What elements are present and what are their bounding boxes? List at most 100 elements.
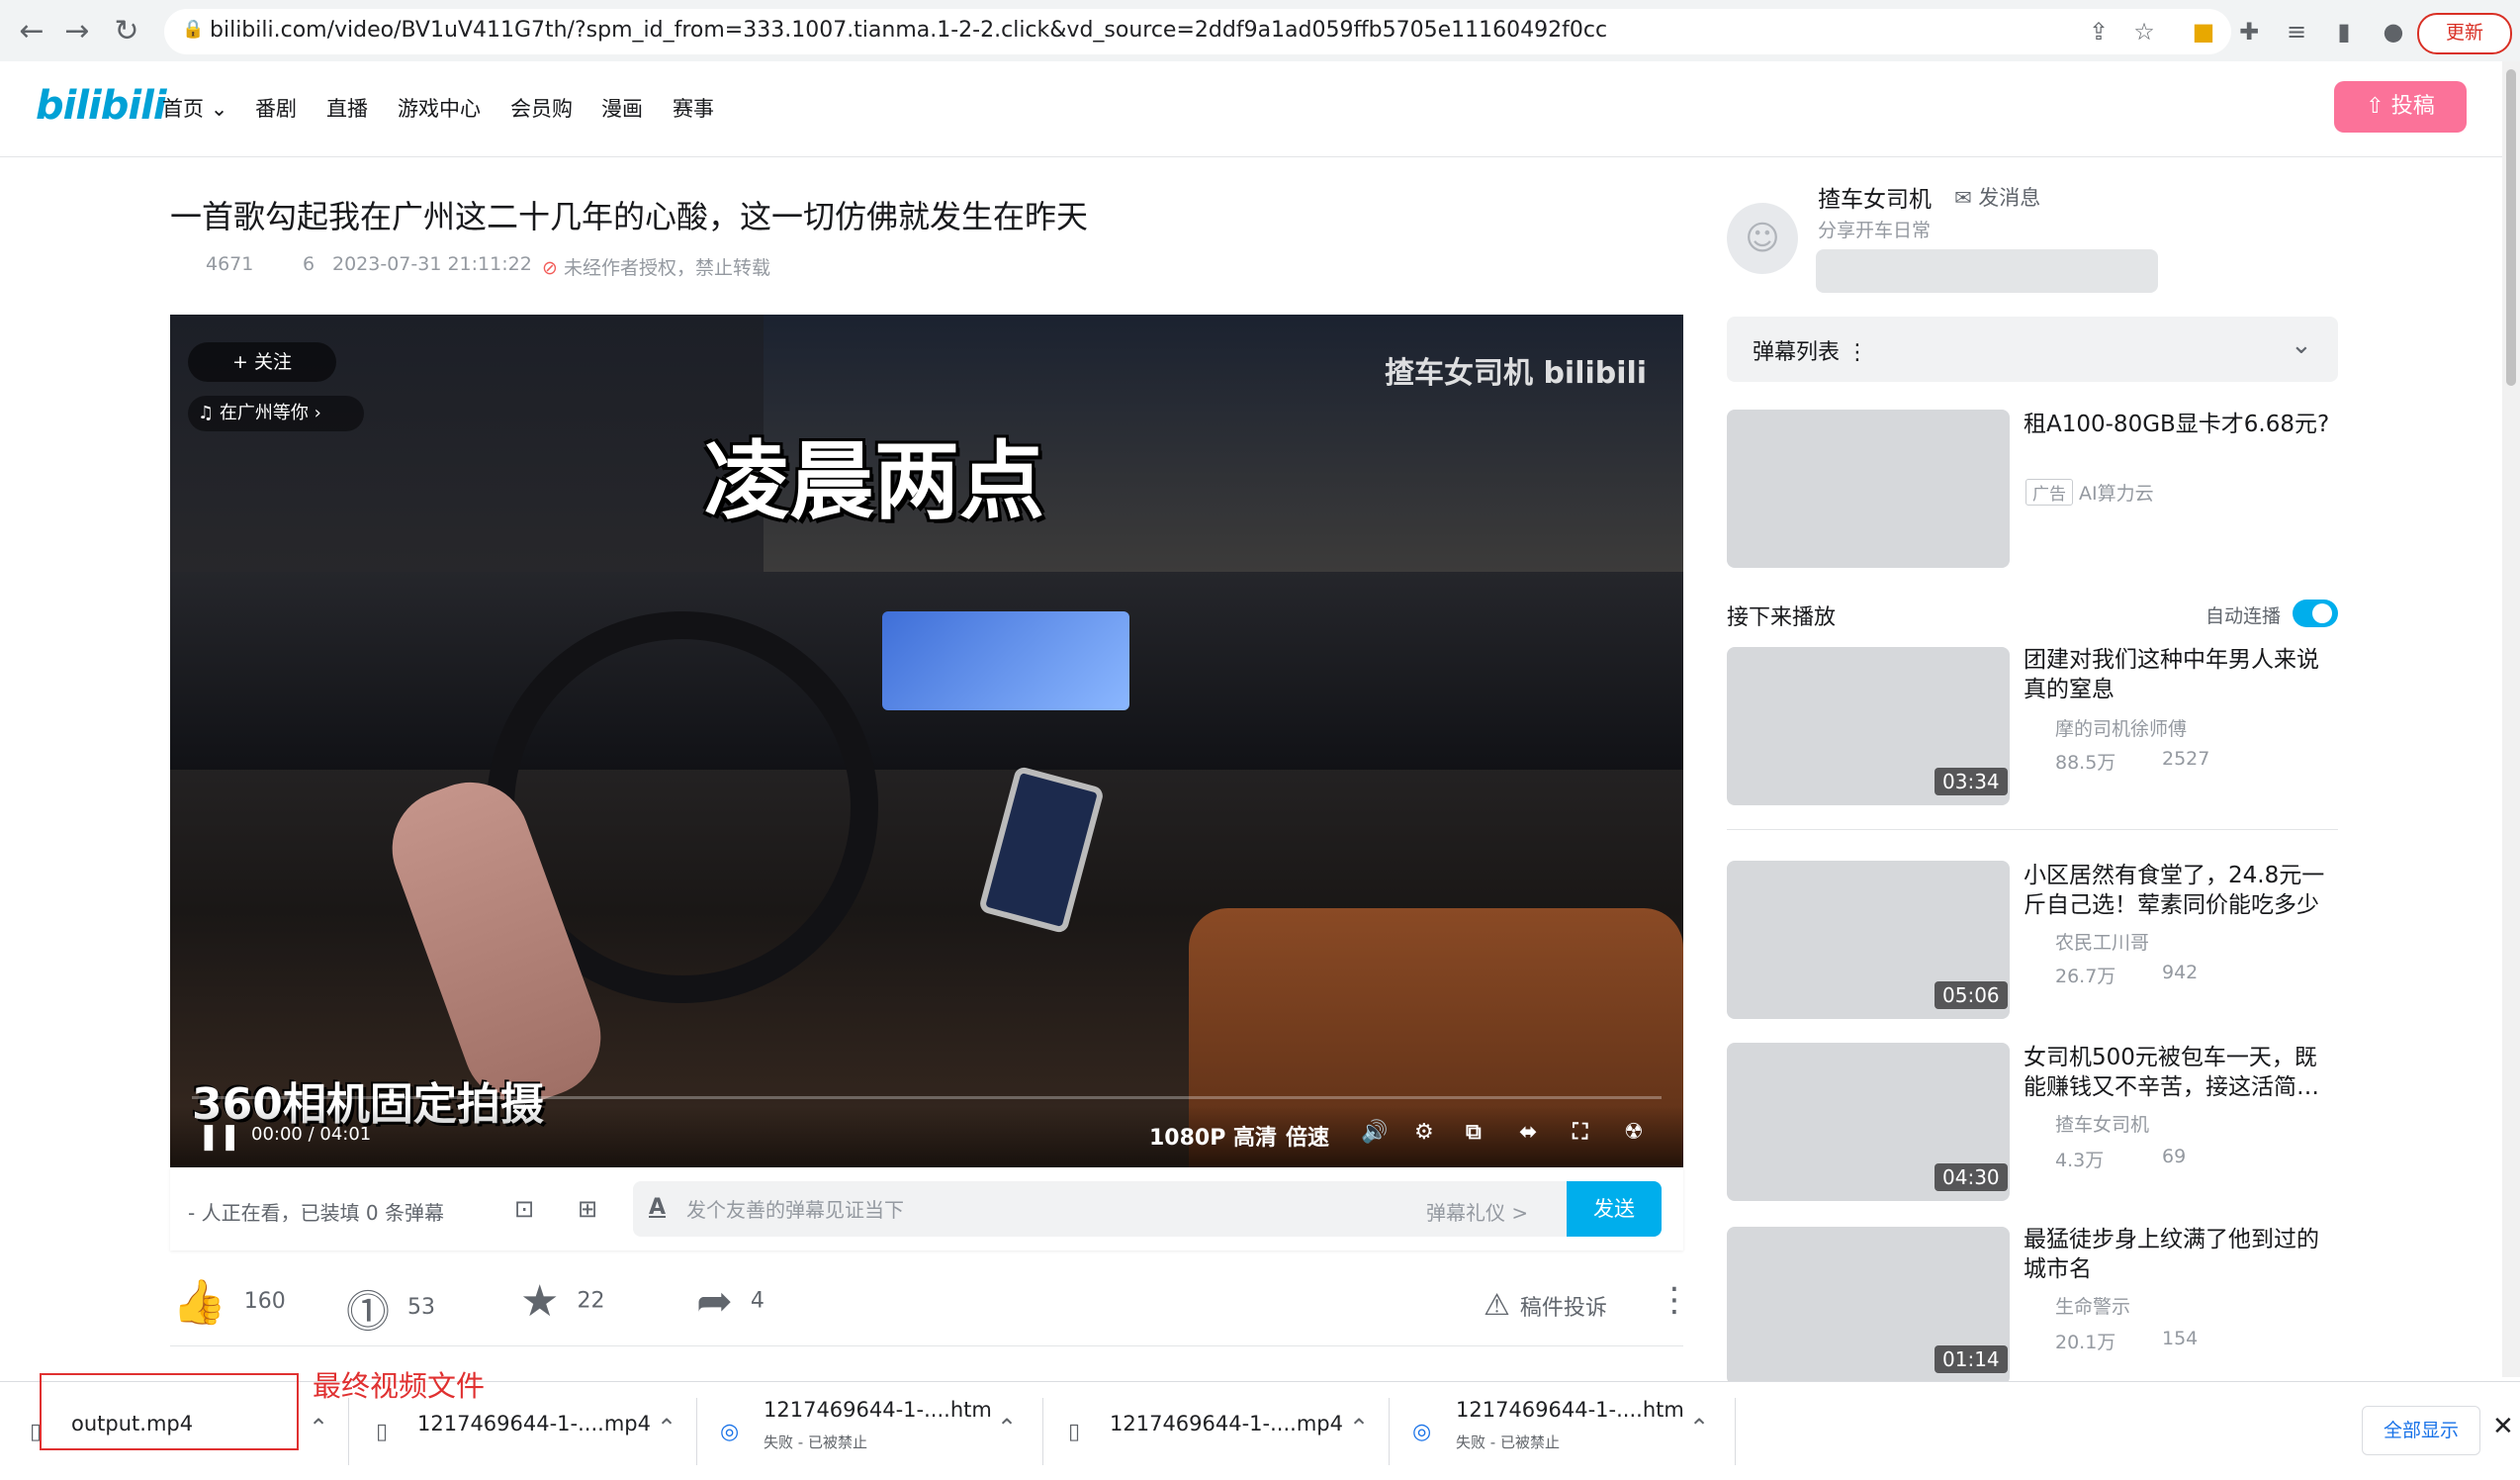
puzzle-icon[interactable]: ✚ bbox=[2233, 16, 2265, 47]
chevron-down-icon[interactable]: ⌄ bbox=[2291, 330, 2312, 360]
rec-title[interactable]: 小区居然有食堂了，24.8元一斤自己选！荤素同价能吃多少 bbox=[2024, 861, 2336, 920]
send-message-link[interactable]: ✉ 发消息 bbox=[1954, 182, 2040, 212]
danmaku-list-panel[interactable]: 弹幕列表 ⋮ ⌄ bbox=[1727, 317, 2338, 382]
video-player[interactable]: 凌晨两点 揸车女司机 bilibili + 关注 ♫ 在广州等你 › 360相机… bbox=[170, 315, 1683, 1167]
lock-icon[interactable]: 🔒 bbox=[182, 19, 204, 40]
danmaku-input[interactable] bbox=[684, 1189, 1381, 1231]
download-item[interactable]: ◎ 1217469644-1-....htm 失败 - 已被禁止 ⌃ bbox=[698, 1382, 1040, 1480]
video-watermark: 揸车女司机 bilibili bbox=[1385, 356, 1648, 391]
extension-icon[interactable]: ■ bbox=[2188, 16, 2219, 47]
reload-icon[interactable]: ↻ bbox=[109, 14, 144, 49]
autoplay-toggle[interactable] bbox=[2293, 600, 2338, 627]
favorite-button[interactable]: ★ 22 bbox=[520, 1276, 604, 1327]
chevron-up-icon[interactable]: ⌃ bbox=[1689, 1414, 1709, 1441]
settings-gear-icon[interactable]: ⚙ bbox=[1414, 1120, 1434, 1145]
upload-button[interactable]: ⇧ 投稿 bbox=[2334, 81, 2467, 133]
coin-button[interactable]: ⓵ 53 bbox=[346, 1276, 435, 1340]
divider bbox=[348, 1398, 349, 1465]
rec-author[interactable]: 揸车女司机 bbox=[2055, 1110, 2149, 1137]
nav-home[interactable]: 首页 ⌄ bbox=[162, 93, 227, 123]
progress-bar[interactable] bbox=[192, 1096, 1662, 1099]
chevron-up-icon[interactable]: ⌃ bbox=[997, 1414, 1017, 1441]
volume-icon[interactable]: 🔊 bbox=[1361, 1120, 1388, 1145]
danmaku-list-label: 弹幕列表 ⋮ bbox=[1753, 340, 1869, 365]
like-button[interactable]: 👍 160 bbox=[172, 1276, 286, 1328]
bilibili-logo[interactable]: bilibili bbox=[36, 83, 167, 129]
scrollbar-thumb[interactable] bbox=[2506, 69, 2516, 386]
back-icon[interactable]: ← bbox=[14, 14, 49, 49]
danmaku-toggle-icon[interactable]: ⊡ bbox=[506, 1191, 542, 1227]
download-status: 失败 - 已被禁止 bbox=[764, 1434, 867, 1451]
report-button[interactable]: ⚠ 稿件投诉 bbox=[1484, 1288, 1607, 1323]
video-title: 一首歌勾起我在广州这二十几年的心酸，这一切仿佛就发生在昨天 bbox=[170, 198, 1089, 235]
forward-icon[interactable]: → bbox=[59, 14, 95, 49]
url-text[interactable]: bilibili.com/video/BV1uV411G7th/?spm_id_… bbox=[210, 18, 1607, 43]
share-icon[interactable]: ⇪ bbox=[2083, 16, 2115, 47]
uploader-avatar[interactable]: ☺ bbox=[1727, 203, 1798, 274]
follow-button-placeholder[interactable] bbox=[1816, 249, 2158, 293]
ad-title[interactable]: 租A100-80GB显卡才6.68元? bbox=[2024, 410, 2336, 439]
chevron-up-icon[interactable]: ⌃ bbox=[1349, 1414, 1369, 1441]
quality-selector[interactable]: 1080P 高清 bbox=[1149, 1120, 1277, 1152]
music-tag[interactable]: ♫ 在广州等你 › bbox=[188, 396, 364, 431]
ad-thumbnail[interactable] bbox=[1727, 410, 2010, 568]
uploader-name[interactable]: 揸车女司机 bbox=[1818, 180, 1932, 214]
more-options-icon[interactable]: ⋮ bbox=[1658, 1280, 1691, 1320]
update-button[interactable]: 更新 bbox=[2417, 13, 2512, 54]
download-item[interactable]: ▯ 1217469644-1-....mp4 ⌃ bbox=[1044, 1382, 1387, 1480]
nav-live[interactable]: 直播 bbox=[326, 93, 368, 123]
media-queue-icon[interactable]: ≡ bbox=[2281, 16, 2312, 47]
autoplay-label: 自动连播 bbox=[2205, 605, 2282, 627]
music-note-icon: ♫ bbox=[198, 403, 215, 423]
toggle-knob bbox=[2312, 603, 2332, 623]
danmaku-count: 6 bbox=[303, 253, 315, 275]
more-vertical-icon: ⋮ bbox=[1846, 340, 1869, 365]
divider bbox=[696, 1398, 697, 1465]
warning-icon: ⚠ bbox=[1484, 1288, 1510, 1323]
chevron-up-icon[interactable]: ⌃ bbox=[657, 1414, 676, 1441]
profile-icon[interactable]: ● bbox=[2378, 16, 2409, 47]
chevron-up-icon[interactable]: ⌃ bbox=[309, 1414, 328, 1441]
danmaku-style-icon[interactable]: A bbox=[649, 1195, 666, 1220]
rec-author[interactable]: 农民工川哥 bbox=[2055, 928, 2149, 955]
close-icon[interactable]: ✕ bbox=[2492, 1412, 2514, 1441]
download-filename: 1217469644-1-....mp4 bbox=[417, 1412, 651, 1435]
rec-danmaku: 942 bbox=[2162, 962, 2199, 983]
coin-icon: ⓵ bbox=[346, 1287, 390, 1338]
browser-toolbar: ← → ↻ 🔒 bilibili.com/video/BV1uV411G7th/… bbox=[0, 0, 2520, 62]
share-arrow-icon: ➦ bbox=[696, 1276, 733, 1327]
nav-anime[interactable]: 番剧 bbox=[255, 93, 297, 123]
bookmark-star-icon[interactable]: ☆ bbox=[2128, 16, 2160, 47]
rec-views: 26.7万 bbox=[2055, 966, 2116, 987]
danmaku-etiquette-link[interactable]: 弹幕礼仪 > bbox=[1426, 1197, 1528, 1226]
rec-title[interactable]: 女司机500元被包车一天，既能赚钱又不辛苦，接这活简… bbox=[2024, 1043, 2336, 1102]
web-fullscreen-icon[interactable]: ⛶ bbox=[1573, 1120, 1587, 1145]
nav-shop[interactable]: 会员购 bbox=[510, 93, 573, 123]
player-control-bar bbox=[170, 1106, 1683, 1167]
nav-game-center[interactable]: 游戏中心 bbox=[398, 93, 481, 123]
danmaku-settings-icon[interactable]: ⊞ bbox=[570, 1191, 605, 1227]
danmaku-send-button[interactable]: 发送 bbox=[1567, 1181, 1662, 1237]
widescreen-icon[interactable]: ⬌ bbox=[1519, 1120, 1537, 1145]
fullscreen-icon[interactable]: ☢ bbox=[1624, 1120, 1644, 1145]
show-all-downloads-button[interactable]: 全部显示 bbox=[2362, 1406, 2480, 1455]
star-icon: ★ bbox=[520, 1276, 560, 1327]
rec-title[interactable]: 团建对我们这种中年男人来说真的窒息 bbox=[2024, 645, 2336, 704]
nav-manga[interactable]: 漫画 bbox=[601, 93, 643, 123]
video-frame-screen bbox=[882, 611, 1129, 710]
site-header bbox=[0, 61, 2520, 157]
rec-title[interactable]: 最猛徒步身上纹满了他到过的城市名 bbox=[2024, 1225, 2336, 1284]
share-button[interactable]: ➦ 4 bbox=[696, 1276, 765, 1327]
player-follow-button[interactable]: + 关注 bbox=[188, 342, 336, 382]
pause-icon[interactable]: ❚❚ bbox=[198, 1122, 241, 1152]
rec-author[interactable]: 摩的司机徐师傅 bbox=[2055, 714, 2187, 741]
pip-icon[interactable]: ⧉ bbox=[1466, 1120, 1482, 1145]
playback-time: 00:00 / 04:01 bbox=[251, 1124, 372, 1145]
rec-author[interactable]: 生命警示 bbox=[2055, 1292, 2130, 1319]
ad-badge: 广告 bbox=[2025, 479, 2073, 506]
forbidden-icon: ⊘ bbox=[542, 257, 558, 279]
speed-selector[interactable]: 倍速 bbox=[1286, 1120, 1329, 1152]
nav-esports[interactable]: 赛事 bbox=[673, 93, 714, 123]
side-panel-icon[interactable]: ▮ bbox=[2328, 16, 2360, 47]
download-item[interactable]: ◎ 1217469644-1-....htm 失败 - 已被禁止 ⌃ bbox=[1391, 1382, 1733, 1480]
